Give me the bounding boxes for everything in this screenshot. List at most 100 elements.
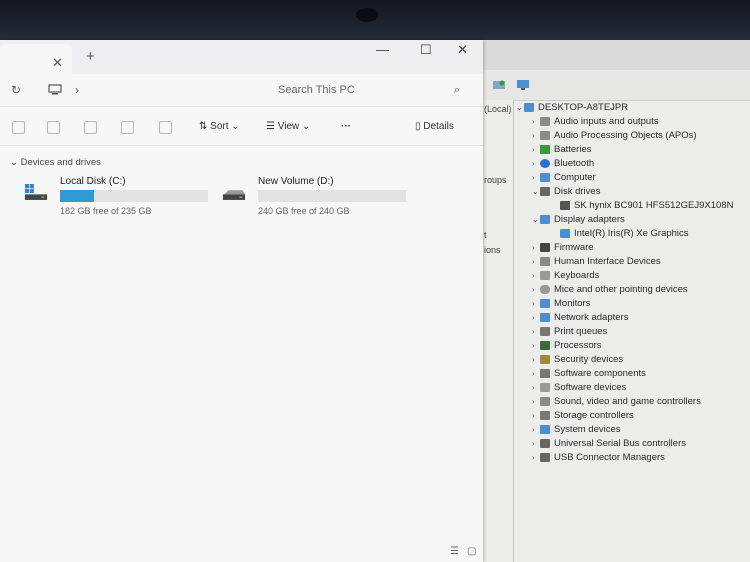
close-button[interactable]: ✕ bbox=[457, 42, 468, 58]
sort-label: Sort bbox=[210, 121, 229, 132]
chevron-down-icon[interactable]: ⌄ bbox=[532, 185, 540, 199]
tree-item-gpu[interactable]: Intel(R) Iris(R) Xe Graphics bbox=[560, 227, 689, 241]
tree-item-bluetooth[interactable]: › Bluetooth bbox=[532, 157, 594, 171]
rename-icon[interactable] bbox=[84, 121, 97, 134]
sort-button[interactable]: ⇅ Sort ⌄ bbox=[199, 121, 240, 132]
disk-icon bbox=[540, 186, 550, 196]
monitor-icon bbox=[540, 298, 550, 308]
chevron-right-icon[interactable]: › bbox=[532, 157, 540, 171]
group-label: Devices and drives bbox=[20, 157, 101, 168]
chevron-right-icon[interactable]: › bbox=[532, 115, 540, 129]
drive-usage-fill bbox=[60, 190, 95, 202]
chevron-right-icon[interactable]: › bbox=[532, 367, 540, 381]
tree-item-system[interactable]: › System devices bbox=[532, 423, 621, 437]
paste-icon[interactable] bbox=[47, 121, 60, 134]
monitor-icon[interactable] bbox=[516, 79, 530, 91]
more-options-button[interactable]: ··· bbox=[341, 121, 351, 132]
chevron-right-icon[interactable]: › bbox=[532, 143, 540, 157]
pane-text-groups: roups bbox=[484, 175, 507, 185]
speaker-icon bbox=[540, 116, 550, 126]
breadcrumb-chevron-icon[interactable]: › bbox=[75, 83, 79, 97]
chevron-right-icon[interactable]: › bbox=[532, 437, 540, 451]
tree-item-storage[interactable]: › Storage controllers bbox=[532, 409, 634, 423]
chevron-right-icon[interactable]: › bbox=[532, 395, 540, 409]
tree-item-hid[interactable]: › Human Interface Devices bbox=[532, 255, 661, 269]
chevron-right-icon[interactable]: › bbox=[532, 297, 540, 311]
chip-icon bbox=[540, 242, 550, 252]
chevron-right-icon[interactable]: › bbox=[532, 409, 540, 423]
chevron-right-icon[interactable]: › bbox=[532, 241, 540, 255]
share-icon[interactable] bbox=[121, 121, 134, 134]
chevron-down-icon[interactable]: ⌄ bbox=[516, 101, 524, 115]
chevron-right-icon[interactable]: › bbox=[532, 353, 540, 367]
chevron-right-icon[interactable]: › bbox=[532, 311, 540, 325]
tree-item-ssd[interactable]: SK hynix BC901 HFS512GEJ9X108N bbox=[560, 199, 733, 213]
drive-free-space: 182 GB free of 235 GB bbox=[60, 206, 152, 216]
device-manager-window: (Local) roups t ions ⌄ DESKTOP-A8TEJPR › A… bbox=[478, 70, 750, 562]
new-tab-button[interactable]: + bbox=[86, 48, 95, 65]
details-button[interactable]: ▯ Details bbox=[415, 121, 454, 132]
cpu-icon bbox=[540, 340, 550, 350]
tree-item-software-devices[interactable]: › Software devices bbox=[532, 381, 626, 395]
tree-item-usb-connectors[interactable]: › USB Connector Managers bbox=[532, 451, 665, 465]
tree-item-firmware[interactable]: › Firmware bbox=[532, 241, 594, 255]
pane-text-t: t bbox=[484, 230, 487, 240]
tree-item-disk-drives[interactable]: ⌄ Disk drives bbox=[532, 185, 600, 199]
chevron-down-icon[interactable]: ⌄ bbox=[532, 213, 540, 227]
tree-item-audio-inputs[interactable]: › Audio inputs and outputs bbox=[532, 115, 659, 129]
chevron-right-icon[interactable]: › bbox=[532, 283, 540, 297]
tree-item-network[interactable]: › Network adapters bbox=[532, 311, 628, 325]
tree-item-display-adapters[interactable]: ⌄ Display adapters bbox=[532, 213, 625, 227]
tiles-view-icon[interactable]: ▢ bbox=[467, 546, 476, 557]
background-window-pane: (Local) roups t ions bbox=[478, 100, 514, 562]
minimize-button[interactable]: — bbox=[376, 42, 389, 57]
copy-icon[interactable] bbox=[12, 121, 25, 134]
tree-item-mice[interactable]: › Mice and other pointing devices bbox=[532, 283, 688, 297]
tab-close-icon[interactable]: ✕ bbox=[52, 55, 63, 71]
tree-item-batteries[interactable]: › Batteries bbox=[532, 143, 592, 157]
drive-c[interactable]: Local Disk (C:) 182 GB free of 235 GB bbox=[20, 176, 220, 220]
speaker-icon bbox=[540, 396, 550, 406]
tree-item-print-queues[interactable]: › Print queues bbox=[532, 325, 607, 339]
list-view-icon[interactable]: ☰ bbox=[450, 546, 459, 557]
tree-item-security[interactable]: › Security devices bbox=[532, 353, 623, 367]
usb-icon bbox=[540, 452, 550, 462]
tree-item-processors[interactable]: › Processors bbox=[532, 339, 602, 353]
chevron-right-icon[interactable]: › bbox=[532, 325, 540, 339]
chevron-down-icon: ⌄ bbox=[302, 121, 311, 132]
chevron-right-icon[interactable]: › bbox=[532, 339, 540, 353]
tree-item-keyboards[interactable]: › Keyboards bbox=[532, 269, 599, 283]
hid-icon bbox=[540, 256, 550, 266]
chevron-right-icon[interactable]: › bbox=[532, 129, 540, 143]
search-icon[interactable]: ⌕ bbox=[454, 79, 460, 101]
tree-item-computer[interactable]: › Computer bbox=[532, 171, 596, 185]
scan-hardware-icon[interactable] bbox=[492, 79, 506, 91]
search-input[interactable]: Search This PC ⌕ bbox=[270, 79, 470, 101]
tree-item-sound[interactable]: › Sound, video and game controllers bbox=[532, 395, 701, 409]
chevron-right-icon[interactable]: › bbox=[532, 269, 540, 283]
tree-root-label: DESKTOP-A8TEJPR bbox=[538, 102, 629, 113]
maximize-button[interactable]: ☐ bbox=[420, 42, 432, 58]
tree-root[interactable]: ⌄ DESKTOP-A8TEJPR bbox=[516, 101, 628, 115]
delete-icon[interactable] bbox=[159, 121, 172, 134]
tree-item-usb[interactable]: › Universal Serial Bus controllers bbox=[532, 437, 686, 451]
group-header[interactable]: ⌄ Devices and drives bbox=[10, 157, 101, 168]
chevron-right-icon[interactable]: › bbox=[532, 381, 540, 395]
chevron-right-icon[interactable]: › bbox=[532, 171, 540, 185]
chevron-right-icon[interactable]: › bbox=[532, 255, 540, 269]
chevron-right-icon[interactable]: › bbox=[532, 423, 540, 437]
computer-icon bbox=[524, 102, 534, 112]
battery-icon bbox=[540, 144, 550, 154]
tree-item-apos[interactable]: › Audio Processing Objects (APOs) bbox=[532, 129, 697, 143]
tree-item-software-components[interactable]: › Software components bbox=[532, 367, 646, 381]
pc-icon[interactable] bbox=[48, 84, 62, 96]
drive-d[interactable]: New Volume (D:) 240 GB free of 240 GB bbox=[218, 176, 418, 220]
system-icon bbox=[540, 424, 550, 434]
tree-item-monitors[interactable]: › Monitors bbox=[532, 297, 590, 311]
view-button[interactable]: ☰ View ⌄ bbox=[266, 121, 310, 132]
refresh-icon[interactable]: ↻ bbox=[11, 83, 21, 97]
chevron-right-icon[interactable]: › bbox=[532, 451, 540, 465]
computer-icon bbox=[540, 172, 550, 182]
tab-this-pc[interactable]: ✕ bbox=[0, 44, 72, 74]
drive-free-space: 240 GB free of 240 GB bbox=[258, 206, 350, 216]
